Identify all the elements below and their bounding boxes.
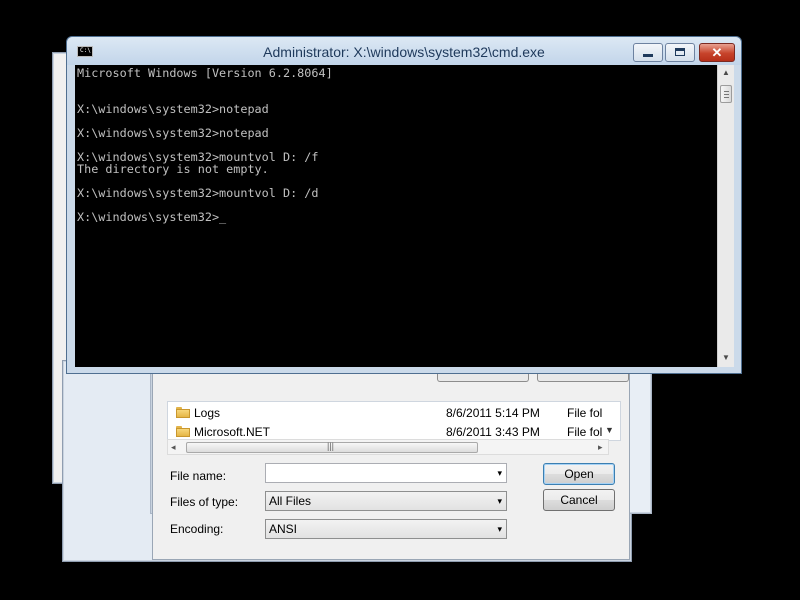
open-button[interactable]: Open bbox=[543, 463, 615, 485]
list-item[interactable]: Logs 8/6/2011 5:14 PM File fol bbox=[174, 404, 614, 422]
files-of-type-select[interactable]: All Files ▾ bbox=[265, 491, 507, 511]
file-list[interactable]: Logs 8/6/2011 5:14 PM File fol Microsoft… bbox=[167, 401, 621, 441]
list-scroll-down-icon[interactable]: ▼ bbox=[605, 425, 614, 435]
scroll-right-icon[interactable]: ▸ bbox=[598, 440, 603, 454]
file-type-cell: File fol bbox=[567, 406, 603, 420]
minimize-button[interactable] bbox=[633, 43, 663, 62]
file-name-cell: Microsoft.NET bbox=[194, 425, 271, 439]
minimize-icon bbox=[643, 54, 653, 57]
folder-icon bbox=[176, 425, 190, 437]
encoding-value: ANSI bbox=[269, 522, 298, 536]
file-name-cell: Logs bbox=[194, 406, 221, 420]
files-of-type-label: Files of type: bbox=[170, 495, 239, 509]
file-name-label: File name: bbox=[170, 469, 227, 483]
file-name-input[interactable]: ▾ bbox=[265, 463, 507, 483]
cancel-button[interactable]: Cancel bbox=[543, 489, 615, 511]
console-lines: Microsoft Windows [Version 6.2.8064] X:\… bbox=[77, 66, 333, 224]
maximize-button[interactable] bbox=[665, 43, 695, 62]
encoding-select[interactable]: ANSI ▾ bbox=[265, 519, 507, 539]
vertical-scrollbar[interactable]: ▲ ▼ bbox=[717, 65, 734, 367]
maximize-icon bbox=[675, 48, 685, 56]
scrollbar-thumb[interactable] bbox=[720, 85, 732, 103]
console-text: Microsoft Windows [Version 6.2.8064] X:\… bbox=[75, 65, 717, 223]
chevron-down-icon: ▾ bbox=[497, 524, 502, 534]
scrollbar-thumb[interactable]: ||| bbox=[186, 441, 478, 453]
files-of-type-value: All Files bbox=[269, 494, 312, 508]
open-file-dialog: Logs 8/6/2011 5:14 PM File fol Microsoft… bbox=[152, 371, 630, 560]
text-cursor: _ bbox=[219, 210, 227, 224]
horizontal-scrollbar[interactable]: ◂ ||| ▸ bbox=[167, 439, 609, 455]
close-icon: ✕ bbox=[711, 45, 723, 60]
scroll-left-icon[interactable]: ◂ bbox=[171, 440, 176, 454]
close-button[interactable]: ✕ bbox=[699, 43, 735, 62]
file-type-cell: File fol bbox=[567, 425, 603, 439]
chevron-down-icon: ▾ bbox=[497, 496, 502, 506]
folder-icon bbox=[176, 406, 190, 418]
scroll-down-icon[interactable]: ▼ bbox=[722, 353, 730, 362]
scroll-up-icon[interactable]: ▲ bbox=[722, 68, 730, 77]
file-date-cell: 8/6/2011 3:43 PM bbox=[446, 425, 540, 439]
cmd-window: C:\ Administrator: X:\windows\system32\c… bbox=[66, 36, 742, 374]
console-output[interactable]: Microsoft Windows [Version 6.2.8064] X:\… bbox=[75, 65, 717, 367]
file-date-cell: 8/6/2011 5:14 PM bbox=[446, 406, 540, 420]
encoding-label: Encoding: bbox=[170, 522, 224, 536]
scrollbar-grip: ||| bbox=[327, 441, 335, 451]
chevron-down-icon[interactable]: ▾ bbox=[497, 464, 502, 482]
cmd-titlebar[interactable]: C:\ Administrator: X:\windows\system32\c… bbox=[67, 37, 741, 65]
